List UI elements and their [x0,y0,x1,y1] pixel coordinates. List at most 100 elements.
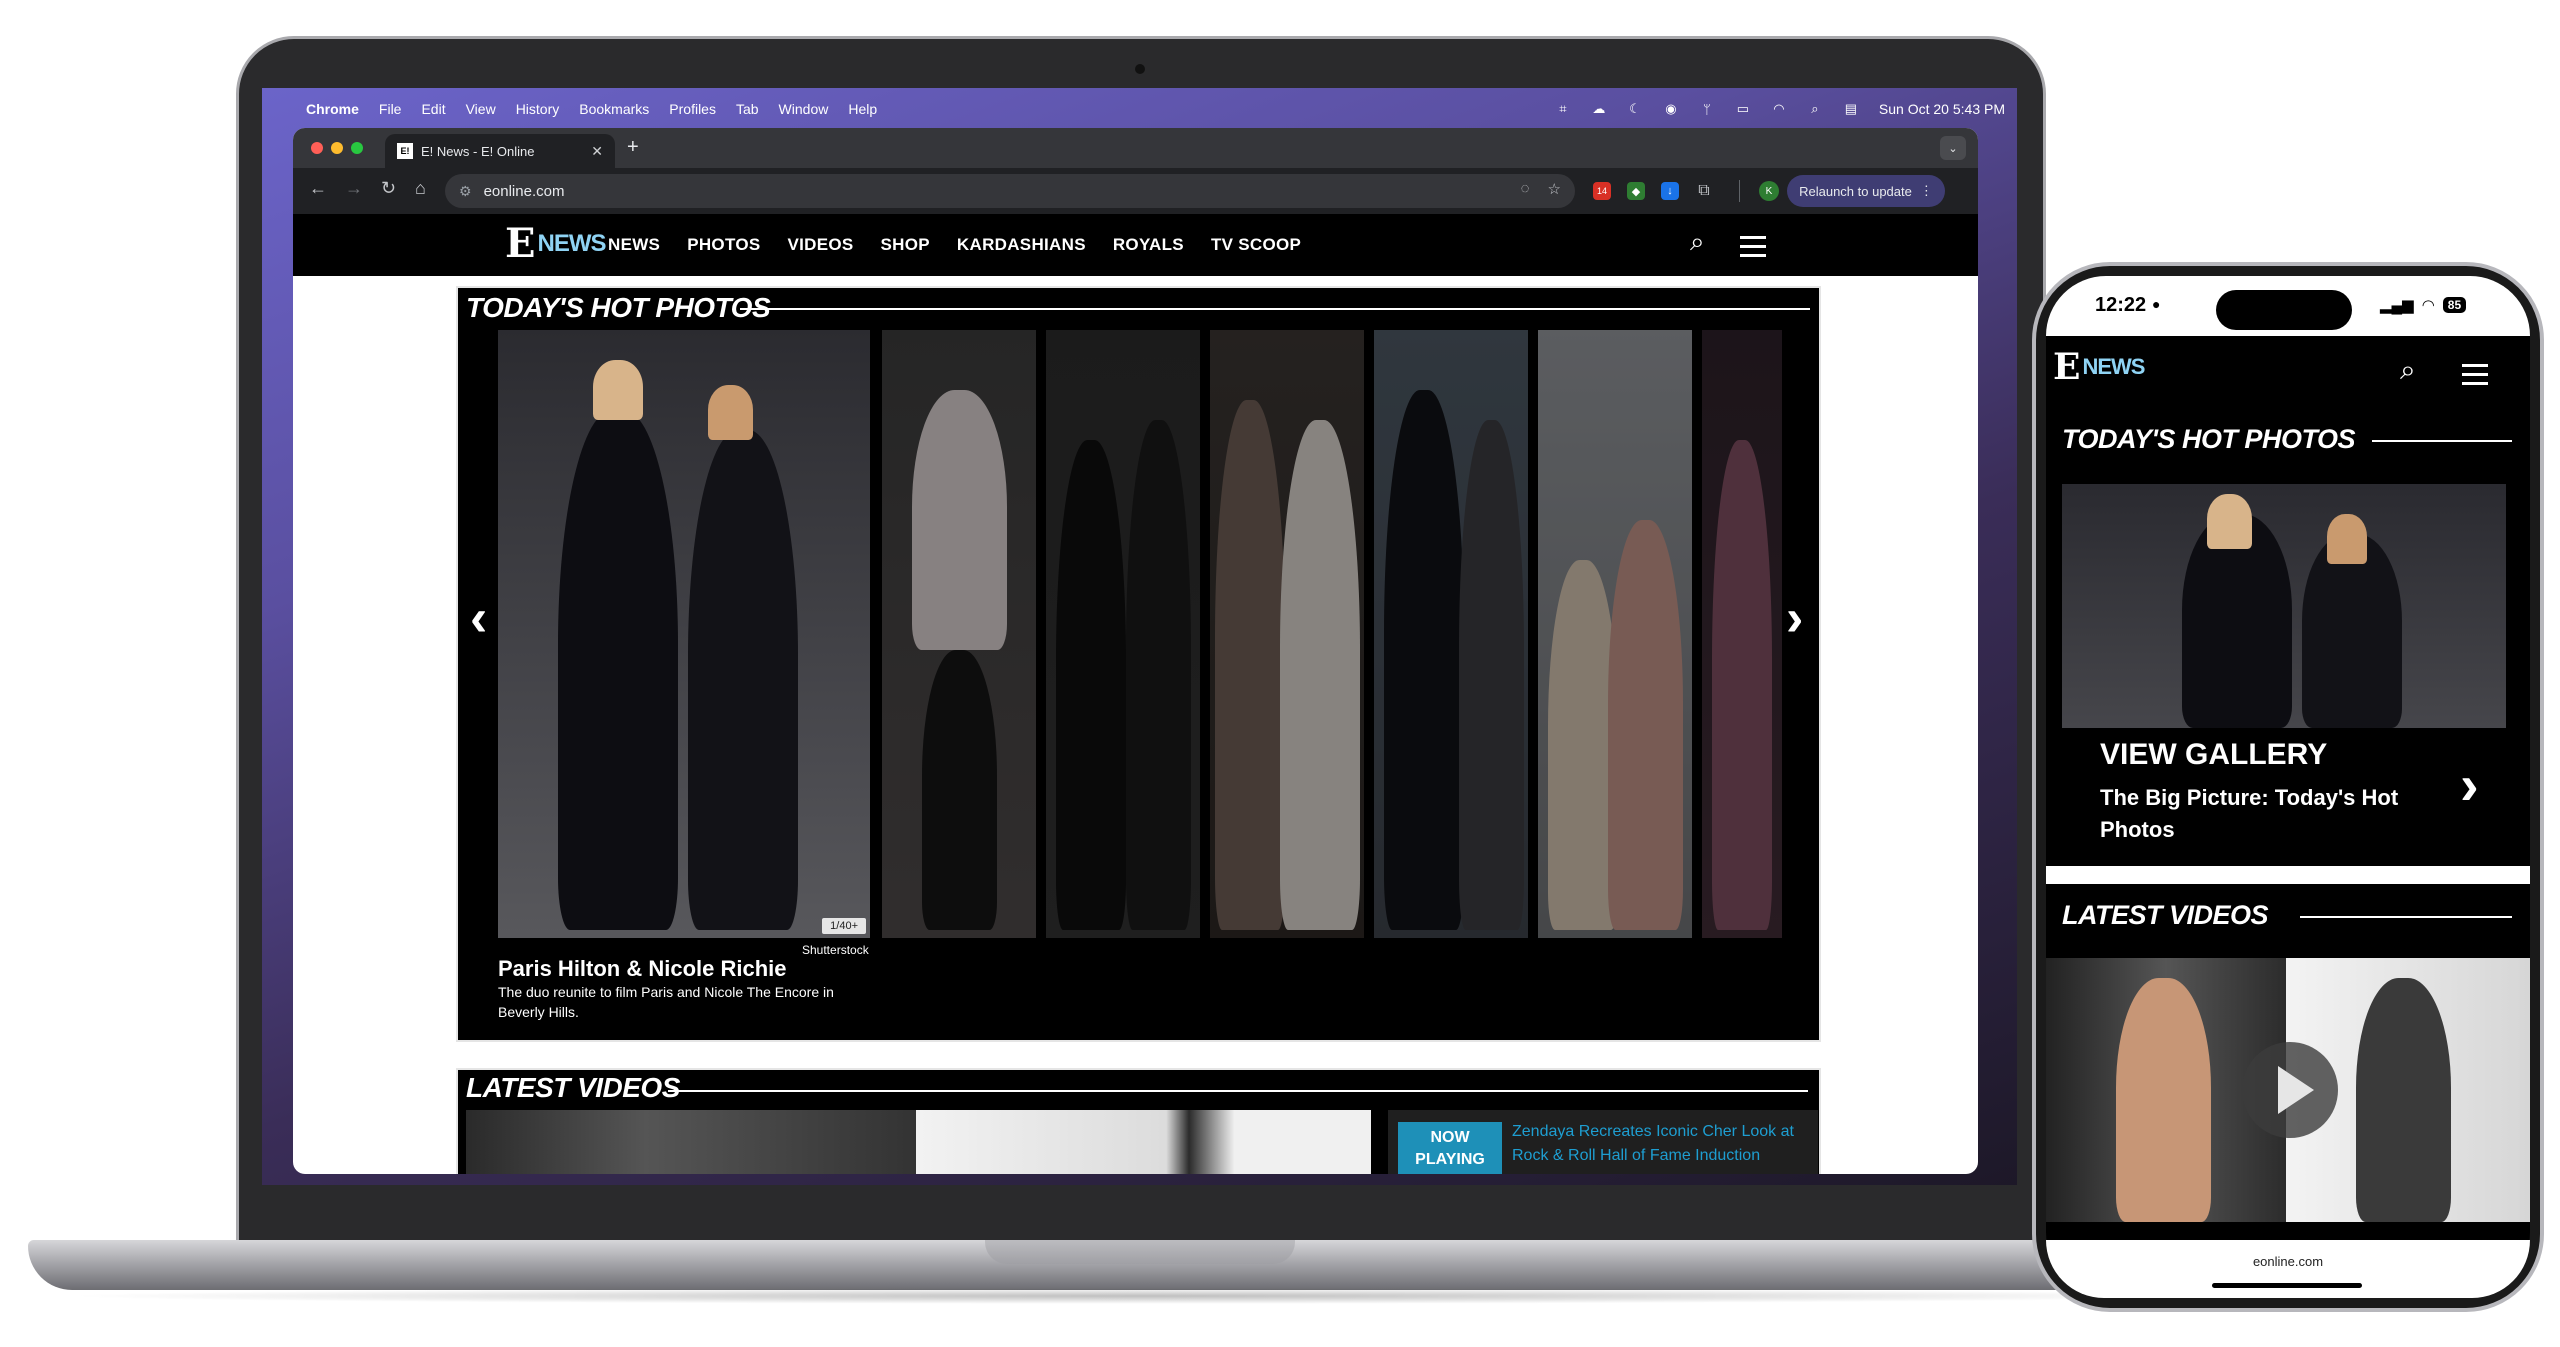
phone-section-separator [2046,866,2530,884]
phone-url-bar [2046,1240,2530,1298]
tab-strip: E! E! News - E! Online ✕ + ⌄ [293,128,1978,168]
menu-file[interactable]: File [379,101,402,117]
nav-shop[interactable]: SHOP [881,235,930,255]
address-bar[interactable]: ⚙ eonline.com ◌ ☆ [445,174,1575,208]
reload-icon[interactable]: ↻ [381,178,396,199]
photo-figure [708,385,753,440]
cloud-icon[interactable]: ☁ [1591,101,1607,117]
menubar-status-icons: ⌗ ☁ ☾ ◉ ᛘ ▭ ◠ ⌕ ▤ Sun Oct 20 5:43 PM [1555,92,2005,126]
phone-site-logo[interactable]: E NEWS [2053,346,2145,388]
laptop-shadow [60,1288,2230,1304]
relaunch-button[interactable]: Relaunch to update ⋮ [1787,175,1945,207]
forward-icon[interactable]: → [345,178,363,199]
download-icon[interactable]: ↓ [1661,182,1679,200]
menubar-app-name[interactable]: Chrome [306,101,359,117]
phone-gallery-photo[interactable] [2062,484,2506,728]
photo-figure [2116,978,2211,1222]
menu-window[interactable]: Window [779,101,829,117]
url-text[interactable]: eonline.com [484,183,565,200]
extension-badge-count: 14 [1596,186,1607,196]
site-search-icon[interactable]: ⌕ [1690,226,1705,258]
tab-title: E! News - E! Online [421,143,535,159]
photo-caption-title[interactable]: Paris Hilton & Nicole Richie [498,956,787,982]
menu-help[interactable]: Help [848,101,877,117]
play-button-icon[interactable] [2242,1042,2338,1138]
phone-latest-videos-title: LATEST VIDEOS [2062,900,2269,930]
wifi-icon[interactable]: ◠ [1771,101,1787,117]
grid-icon[interactable]: ⌗ [1555,101,1571,117]
browser-tab[interactable]: E! E! News - E! Online ✕ [385,134,615,168]
control-center-icon[interactable]: ▤ [1843,101,1859,117]
video-thumbnail-left[interactable] [466,1110,916,1174]
home-icon[interactable]: ⌂ [415,178,426,199]
shield-icon[interactable]: ◆ [1627,182,1645,200]
dynamic-island [2216,290,2352,330]
view-gallery-label[interactable]: VIEW GALLERY [2100,738,2327,772]
phone-search-icon[interactable]: ⌕ [2400,354,2416,387]
browser-toolbar: ← → ↻ ⌂ ⚙ eonline.com ◌ ☆ 14 ◆ ↓ ⧉ K Rel… [293,168,1978,214]
extension-badge-icon[interactable]: 14 [1593,182,1611,200]
gallery-next-arrow[interactable]: › [1786,588,1803,648]
nav-kardashians[interactable]: KARDASHIANS [957,235,1086,255]
menu-edit[interactable]: Edit [421,101,445,117]
video-thumbnail-right[interactable] [916,1110,1371,1174]
nav-royals[interactable]: ROYALS [1113,235,1184,255]
gallery-prev-arrow[interactable]: ‹ [470,588,487,648]
home-indicator [2212,1283,2362,1288]
close-tab-icon[interactable]: ✕ [591,143,603,160]
browser-window: E! E! News - E! Online ✕ + ⌄ ← → ↻ ⌂ ⚙ e… [293,128,1978,1174]
gallery-counter: 1/40+ [822,918,866,934]
hot-photos-module: TODAY'S HOT PHOTOS 1/40+ Shutterstock Pa… [456,286,1821,1042]
phone-gallery-next-arrow[interactable]: › [2460,752,2479,817]
site-info-icon[interactable]: ⚙ [459,183,472,200]
menubar-datetime[interactable]: Sun Oct 20 5:43 PM [1879,101,2005,117]
now-playing-title[interactable]: Zendaya Recreates Iconic Cher Look at Ro… [1512,1120,1812,1168]
back-icon[interactable]: ← [309,178,327,199]
site-nav: NEWS PHOTOS VIDEOS SHOP KARDASHIANS ROYA… [608,214,1301,276]
menu-bookmarks[interactable]: Bookmarks [579,101,649,117]
more-vert-icon: ⋮ [1919,183,1933,198]
tab-search-button[interactable]: ⌄ [1940,136,1966,160]
menu-history[interactable]: History [516,101,560,117]
nav-news[interactable]: NEWS [608,235,660,255]
hamburger-menu-icon[interactable] [1740,236,1766,257]
nav-tv-scoop[interactable]: TV SCOOP [1211,235,1301,255]
puzzle-icon[interactable]: ⧉ [1695,182,1713,200]
favicon: E! [397,143,413,159]
section-divider [740,308,1810,310]
latest-videos-module: LATEST VIDEOS NOW PLAYING Zendaya Recrea… [456,1068,1821,1174]
antenna-icon[interactable]: ᛘ [1699,102,1715,117]
phone-hamburger-icon[interactable] [2462,364,2488,385]
profile-avatar[interactable]: K [1759,181,1779,201]
menu-profiles[interactable]: Profiles [669,101,716,117]
section-divider [2300,916,2512,918]
phone-time: 12:22 [2095,294,2147,316]
new-tab-button[interactable]: + [627,136,639,159]
phone-url[interactable]: eonline.com [2046,1254,2530,1269]
eye-slash-icon[interactable]: ◌ [1521,180,1530,198]
gallery-subtitle[interactable]: The Big Picture: Today's Hot Photos [2100,782,2430,846]
star-icon[interactable]: ☆ [1548,180,1561,198]
main-gallery-photo[interactable]: 1/40+ [498,330,870,938]
section-divider [668,1090,1808,1092]
minimize-window-button[interactable] [331,142,343,154]
battery-icon[interactable]: ▭ [1735,101,1751,117]
menu-tab[interactable]: Tab [736,101,759,117]
signal-icon: ▂▄▆ [2380,297,2414,314]
photo-figure [558,410,678,930]
nav-videos[interactable]: VIDEOS [787,235,853,255]
site-logo[interactable]: E NEWS [505,220,607,267]
phone-hot-photos-title: TODAY'S HOT PHOTOS [2062,424,2355,454]
photo-credit: Shutterstock [802,943,869,957]
close-window-button[interactable] [311,142,323,154]
zoom-window-button[interactable] [351,142,363,154]
search-icon[interactable]: ⌕ [1807,101,1823,117]
menu-view[interactable]: View [466,101,496,117]
wifi-icon: ◠ [2421,297,2435,314]
moon-icon[interactable]: ☾ [1627,101,1643,117]
play-circle-icon[interactable]: ◉ [1663,101,1679,117]
person-icon: ● [2152,296,2161,312]
phone-status-icons: ▂▄▆ ◠ 85 [2380,296,2467,314]
nav-photos[interactable]: PHOTOS [687,235,760,255]
logo-news: NEWS [537,229,607,257]
